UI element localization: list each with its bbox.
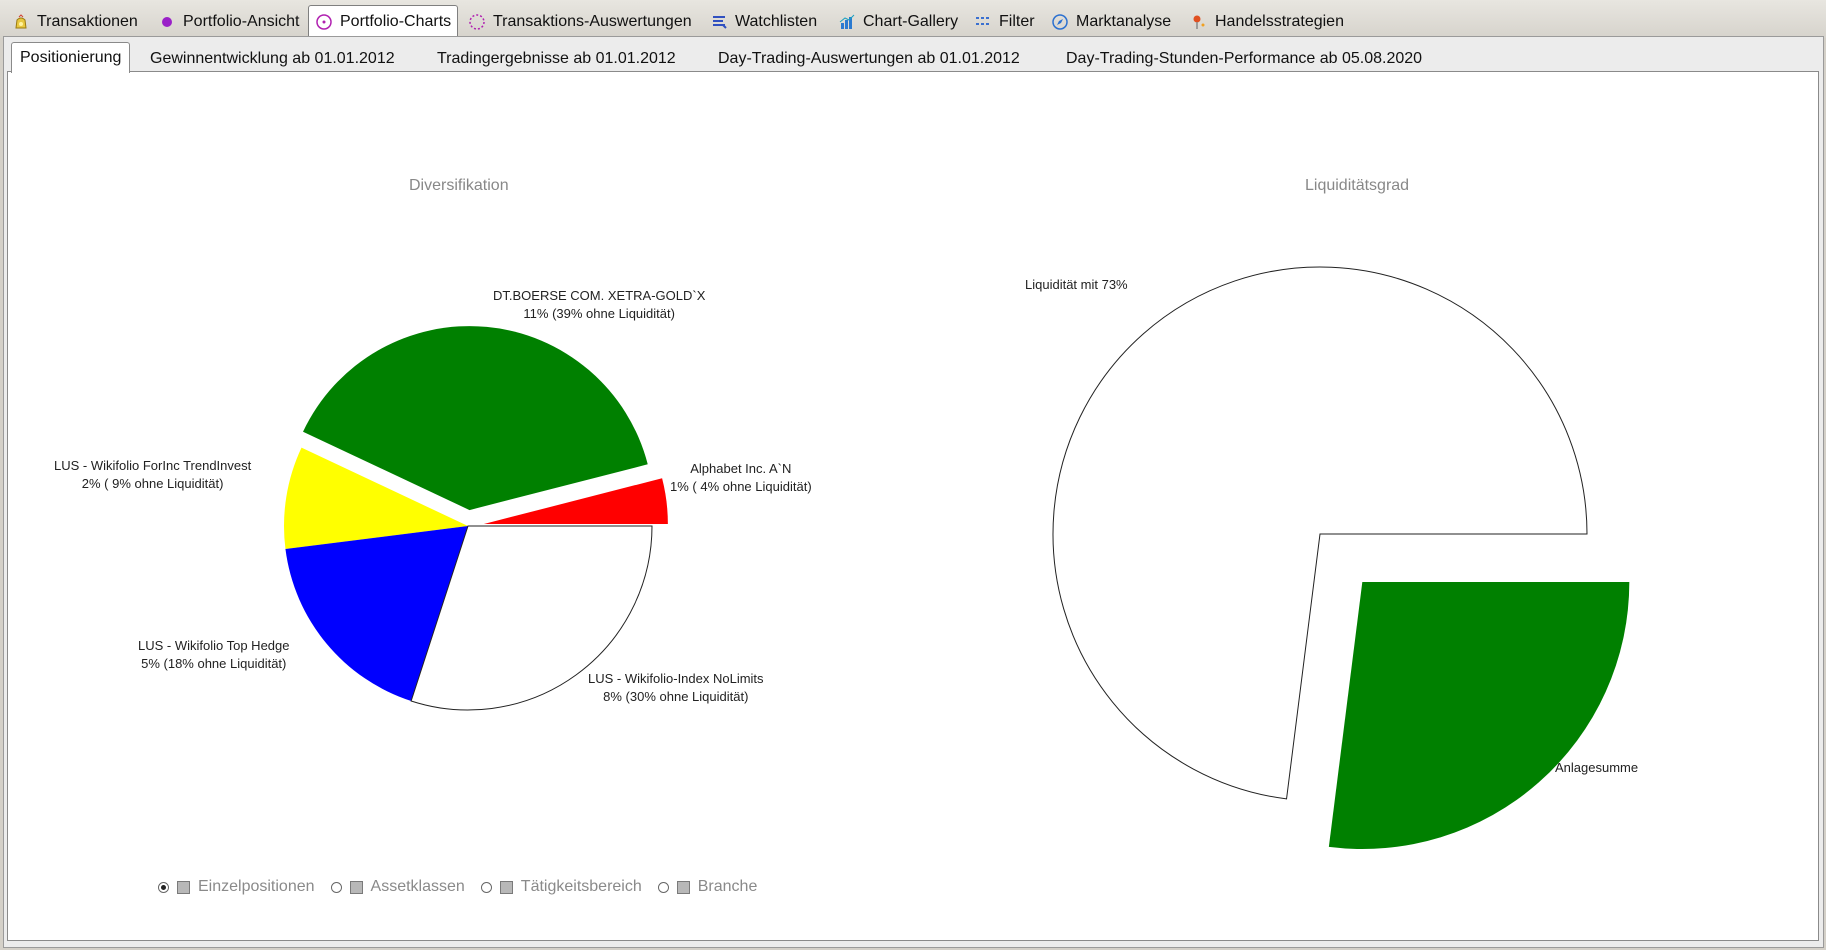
tab-day-trading-stunden-performance[interactable]: Day-Trading-Stunden-Performance ab 05.08…: [1058, 47, 1430, 71]
option-branche[interactable]: Branche: [657, 878, 758, 896]
main-panel: Positionierung Gewinnentwicklung ab 01.0…: [3, 36, 1824, 948]
option-label: Tätigkeitsbereich: [520, 878, 642, 895]
diversifikation-pie-chart: [284, 326, 668, 711]
option-taetigkeitsbereich[interactable]: Tätigkeitsbereich: [480, 878, 642, 896]
dashed-circle-icon: [468, 13, 486, 31]
tab-portfolio-ansicht[interactable]: Portfolio-Ansicht: [152, 8, 306, 36]
slice-label-value: 2% ( 9% ohne Liquidität): [81, 476, 224, 491]
tab-transaktions-auswertungen[interactable]: Transaktions-Auswertungen: [462, 8, 698, 36]
slice-label-anlagesumme: Anlagesumme: [1555, 760, 1639, 775]
tab-transaktionen[interactable]: Transaktionen: [6, 8, 144, 36]
tab-label: Portfolio-Charts: [340, 13, 452, 30]
slice-label-name: LUS - Wikifolio-Index NoLimits: [588, 671, 764, 686]
slice-label-name: LUS - Wikifolio Top Hedge: [138, 638, 290, 653]
tab-marktanalyse[interactable]: Marktanalyse: [1045, 8, 1177, 36]
tab-label: Watchlisten: [735, 13, 818, 30]
tab-watchlisten[interactable]: Watchlisten: [704, 8, 823, 36]
tab-positionierung[interactable]: Positionierung: [11, 42, 131, 73]
tab-label: Transaktionen: [37, 13, 138, 30]
tab-label: Transaktions-Auswertungen: [493, 13, 692, 30]
option-einzelpositionen[interactable]: Einzelpositionen: [158, 878, 315, 896]
slice-label-top-hedge: LUS - Wikifolio Top Hedge 5% (18% ohne L…: [138, 637, 290, 673]
grouping-options: Einzelpositionen Assetklassen Tätigkeits…: [158, 878, 757, 896]
tab-label: Chart-Gallery: [863, 13, 959, 30]
slice-label-name: LUS - Wikifolio ForInc TrendInvest: [54, 458, 252, 473]
option-label: Branche: [697, 878, 758, 895]
tab-day-trading-auswertungen[interactable]: Day-Trading-Auswertungen ab 01.01.2012: [710, 47, 1028, 71]
slice-label-name: Alphabet Inc. A`N: [690, 461, 792, 476]
slice-label-name: DT.BOERSE COM. XETRA-GOLD`X: [493, 288, 706, 303]
bar-chart-icon: [838, 13, 856, 31]
radio-button[interactable]: [657, 881, 669, 893]
compass-icon: [1051, 13, 1069, 31]
pin-icon: [1190, 13, 1208, 31]
slice-label-alphabet: Alphabet Inc. A`N 1% ( 4% ohne Liquiditä…: [670, 460, 812, 496]
slice-label-nolimits: LUS - Wikifolio-Index NoLimits 8% (30% o…: [588, 670, 764, 706]
color-swatch: [349, 880, 363, 894]
tab-portfolio-charts[interactable]: Portfolio-Charts: [308, 5, 459, 38]
tab-tradingergebnisse[interactable]: Tradingergebnisse ab 01.01.2012: [429, 47, 684, 71]
radio-button[interactable]: [480, 881, 492, 893]
purple-dot-icon: [158, 13, 176, 31]
slice-label-value: 5% (18% ohne Liquidität): [141, 656, 287, 671]
slice-label-value: 1% ( 4% ohne Liquidität): [670, 479, 812, 494]
tab-label: Portfolio-Ansicht: [183, 13, 300, 30]
tab-filter[interactable]: Filter: [968, 8, 1041, 36]
color-swatch: [499, 880, 513, 894]
sub-tab-bar: Positionierung Gewinnentwicklung ab 01.0…: [4, 37, 1823, 73]
slice-label-liquiditaet: Liquidität mit 73%: [1025, 277, 1128, 292]
radio-button[interactable]: [158, 881, 169, 893]
option-assetklassen[interactable]: Assetklassen: [330, 878, 465, 896]
color-swatch: [676, 880, 690, 894]
pie-circle-icon: [315, 13, 333, 31]
slice-label-forinc-trendinvest: LUS - Wikifolio ForInc TrendInvest 2% ( …: [54, 457, 251, 493]
tab-label: Filter: [999, 13, 1035, 30]
option-label: Einzelpositionen: [198, 878, 315, 895]
color-swatch: [177, 880, 190, 894]
tab-handelsstrategien[interactable]: Handelsstrategien: [1184, 8, 1350, 36]
tab-label: Handelsstrategien: [1215, 13, 1344, 30]
tab-label: Marktanalyse: [1076, 13, 1172, 30]
slice-label-xetra-gold: DT.BOERSE COM. XETRA-GOLD`X 11% (39% ohn…: [493, 287, 705, 323]
option-label: Assetklassen: [370, 878, 465, 895]
list-icon: [710, 13, 728, 31]
pie-slice-anlagesumme[interactable]: [1328, 582, 1630, 850]
coin-bag-icon: [12, 13, 30, 31]
liquiditaetsgrad-pie-chart: [1052, 266, 1630, 850]
radio-button[interactable]: [330, 881, 342, 893]
tab-gewinnentwicklung[interactable]: Gewinnentwicklung ab 01.01.2012: [142, 47, 403, 71]
chart-content-area: Diversifikation DT.BOERSE COM. XETRA-GOL…: [7, 71, 1819, 941]
tab-chart-gallery[interactable]: Chart-Gallery: [832, 8, 964, 36]
top-tab-bar: Transaktionen Portfolio-Ansicht Portfoli…: [0, 0, 1826, 38]
filter-icon: [974, 13, 992, 31]
slice-label-value: 11% (39% ohne Liquidität): [523, 306, 675, 321]
slice-label-value: 8% (30% ohne Liquidität): [603, 689, 749, 704]
app-window: Transaktionen Portfolio-Ansicht Portfoli…: [0, 0, 1826, 950]
